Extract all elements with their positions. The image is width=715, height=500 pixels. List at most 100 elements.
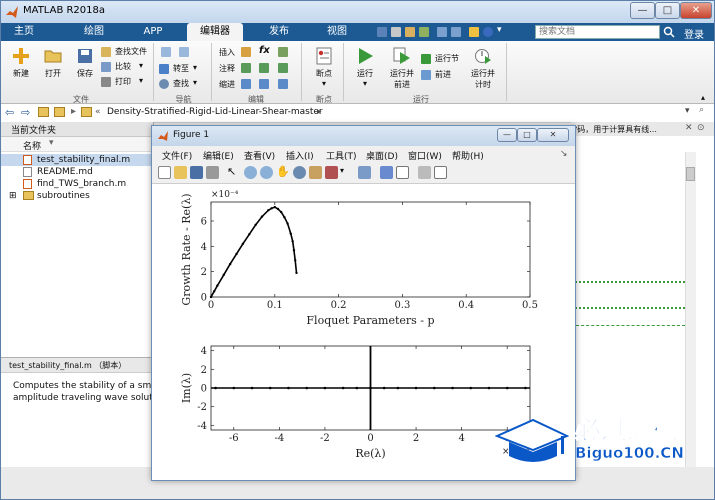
editor-close-icon[interactable]: ✕ — [685, 123, 693, 133]
zoom-out-icon[interactable] — [260, 166, 273, 179]
back-nav-icon[interactable] — [161, 47, 171, 57]
undo-icon[interactable] — [437, 27, 447, 37]
menu-desktop[interactable]: 桌面(D) — [366, 149, 398, 162]
new-figure-icon[interactable] — [158, 166, 171, 179]
figure-title-bar[interactable]: Figure 1 — □ ✕ — [152, 126, 575, 146]
maximize-button[interactable]: □ — [655, 2, 680, 19]
insert-button[interactable]: 插入 — [219, 47, 235, 58]
close-button[interactable]: ✕ — [680, 2, 712, 19]
comment-percent-icon[interactable] — [241, 63, 251, 73]
back-arrow-icon[interactable]: ⇦ — [5, 106, 14, 119]
file-list-header[interactable]: 名称 ▾ — [1, 137, 153, 152]
insert-icon[interactable] — [241, 47, 251, 57]
open-button[interactable]: 打开 — [39, 47, 67, 79]
rotate-3d-icon[interactable] — [293, 166, 306, 179]
current-path[interactable]: Density-Stratified-Rigid-Lid-Linear-Shea… — [107, 107, 323, 117]
file-item[interactable]: README.md — [1, 166, 153, 178]
collapse-ribbon-icon[interactable]: ▴ — [701, 93, 705, 102]
new-button[interactable]: 新建 — [7, 47, 35, 79]
figure-maximize-button[interactable]: □ — [517, 128, 537, 142]
menu-view[interactable]: 查看(V) — [244, 149, 275, 162]
menu-help[interactable]: 帮助(H) — [452, 149, 484, 162]
search-docs-input[interactable] — [535, 25, 660, 39]
path-overflow-icon[interactable]: « — [95, 107, 101, 117]
run-and-time-button[interactable]: 运行并 计时 — [466, 47, 500, 90]
address-search-icon[interactable]: ⌕ — [699, 105, 704, 115]
help-icon[interactable] — [483, 27, 493, 37]
figure-close-button[interactable]: ✕ — [537, 128, 569, 142]
path-expand-icon[interactable]: ▸ — [317, 107, 322, 117]
folder-up-icon[interactable] — [38, 107, 49, 117]
paste-icon[interactable] — [419, 27, 429, 37]
search-icon[interactable] — [663, 26, 675, 38]
breakpoints-dropdown-icon[interactable]: ▾ — [309, 79, 339, 88]
menu-window[interactable]: 窗口(W) — [408, 149, 442, 162]
tab-home[interactable]: 主页 — [4, 23, 44, 41]
editor-menu-icon[interactable]: ⊙ — [697, 123, 705, 133]
edit-plot-arrow-icon[interactable]: ↖ — [227, 165, 236, 178]
indent-button[interactable]: 缩进 — [219, 79, 235, 90]
switch-windows-icon[interactable] — [469, 27, 479, 37]
run-and-advance-button[interactable]: 运行并 前进 — [385, 47, 419, 90]
dock-figure-icon[interactable]: ↘ — [560, 149, 568, 159]
breakpoints-button[interactable]: 断点 ▾ — [309, 47, 339, 88]
decrease-indent-icon[interactable] — [278, 79, 288, 89]
link-plot-icon[interactable] — [358, 166, 371, 179]
forward-nav-icon[interactable] — [179, 47, 189, 57]
forward-arrow-icon[interactable]: ⇨ — [21, 106, 30, 119]
file-item[interactable]: test_stability_final.m — [1, 154, 153, 166]
increase-indent-icon[interactable] — [259, 79, 269, 89]
find-dropdown-icon[interactable]: ▾ — [193, 78, 197, 87]
print-figure-icon[interactable] — [206, 166, 219, 179]
minimize-button[interactable]: — — [630, 2, 655, 19]
quick-access-menu-icon[interactable]: ▾ — [497, 25, 502, 35]
menu-edit[interactable]: 编辑(E) — [203, 149, 234, 162]
legend-icon[interactable] — [396, 166, 409, 179]
tab-view[interactable]: 视图 — [317, 23, 357, 41]
insert-function-button[interactable]: fx — [259, 45, 270, 56]
file-item[interactable]: find_TWS_branch.m — [1, 178, 153, 190]
smart-indent-icon[interactable] — [241, 79, 251, 89]
uncomment-icon[interactable] — [259, 63, 269, 73]
pan-hand-icon[interactable]: ✋ — [276, 165, 290, 178]
open-file-icon[interactable] — [174, 166, 187, 179]
menu-insert[interactable]: 插入(I) — [286, 149, 314, 162]
save-figure-icon[interactable] — [190, 166, 203, 179]
goto-dropdown-icon[interactable]: ▾ — [193, 63, 197, 72]
login-link[interactable]: 登录 — [684, 26, 704, 41]
browse-folder-icon[interactable] — [54, 107, 65, 117]
show-plot-tools-icon[interactable] — [434, 166, 447, 179]
run-button[interactable]: 运行 ▾ — [351, 47, 379, 88]
print-dropdown-icon[interactable]: ▾ — [139, 76, 143, 85]
redo-icon[interactable] — [451, 27, 461, 37]
comment-button[interactable]: 注释 — [219, 63, 235, 74]
brush-icon[interactable] — [325, 166, 338, 179]
tab-apps[interactable]: APP — [133, 23, 173, 41]
scrollbar-thumb[interactable] — [686, 167, 695, 181]
tab-editor[interactable]: 编辑器 — [187, 23, 243, 41]
expand-folder-icon[interactable]: ⊞ — [9, 190, 17, 202]
tab-plots[interactable]: 绘图 — [74, 23, 114, 41]
folder-item[interactable]: ⊞ subroutines — [1, 190, 153, 202]
brush-dropdown-icon[interactable]: ▾ — [340, 166, 344, 175]
data-cursor-icon[interactable] — [309, 166, 322, 179]
save-button[interactable]: 保存 — [71, 47, 99, 79]
run-dropdown-icon[interactable]: ▾ — [351, 79, 379, 88]
copy-icon[interactable] — [405, 27, 415, 37]
tab-publish[interactable]: 发布 — [259, 23, 299, 41]
address-dropdown-icon[interactable]: ▾ — [685, 106, 690, 116]
name-column-header[interactable]: 名称 — [23, 139, 41, 152]
menu-tools[interactable]: 工具(T) — [326, 149, 357, 162]
data-point — [267, 209, 270, 212]
menu-file[interactable]: 文件(F) — [162, 149, 192, 162]
wrap-comments-icon[interactable] — [278, 63, 288, 73]
insert-dropdown-icon[interactable] — [278, 47, 288, 57]
colorbar-icon[interactable] — [380, 166, 393, 179]
save-quick-icon[interactable] — [377, 27, 387, 37]
hide-plot-tools-icon[interactable] — [418, 166, 431, 179]
sort-arrow-icon[interactable]: ▾ — [49, 138, 54, 148]
cut-icon[interactable] — [391, 27, 401, 37]
figure-minimize-button[interactable]: — — [497, 128, 517, 142]
zoom-in-icon[interactable] — [244, 166, 257, 179]
compare-dropdown-icon[interactable]: ▾ — [139, 61, 143, 70]
